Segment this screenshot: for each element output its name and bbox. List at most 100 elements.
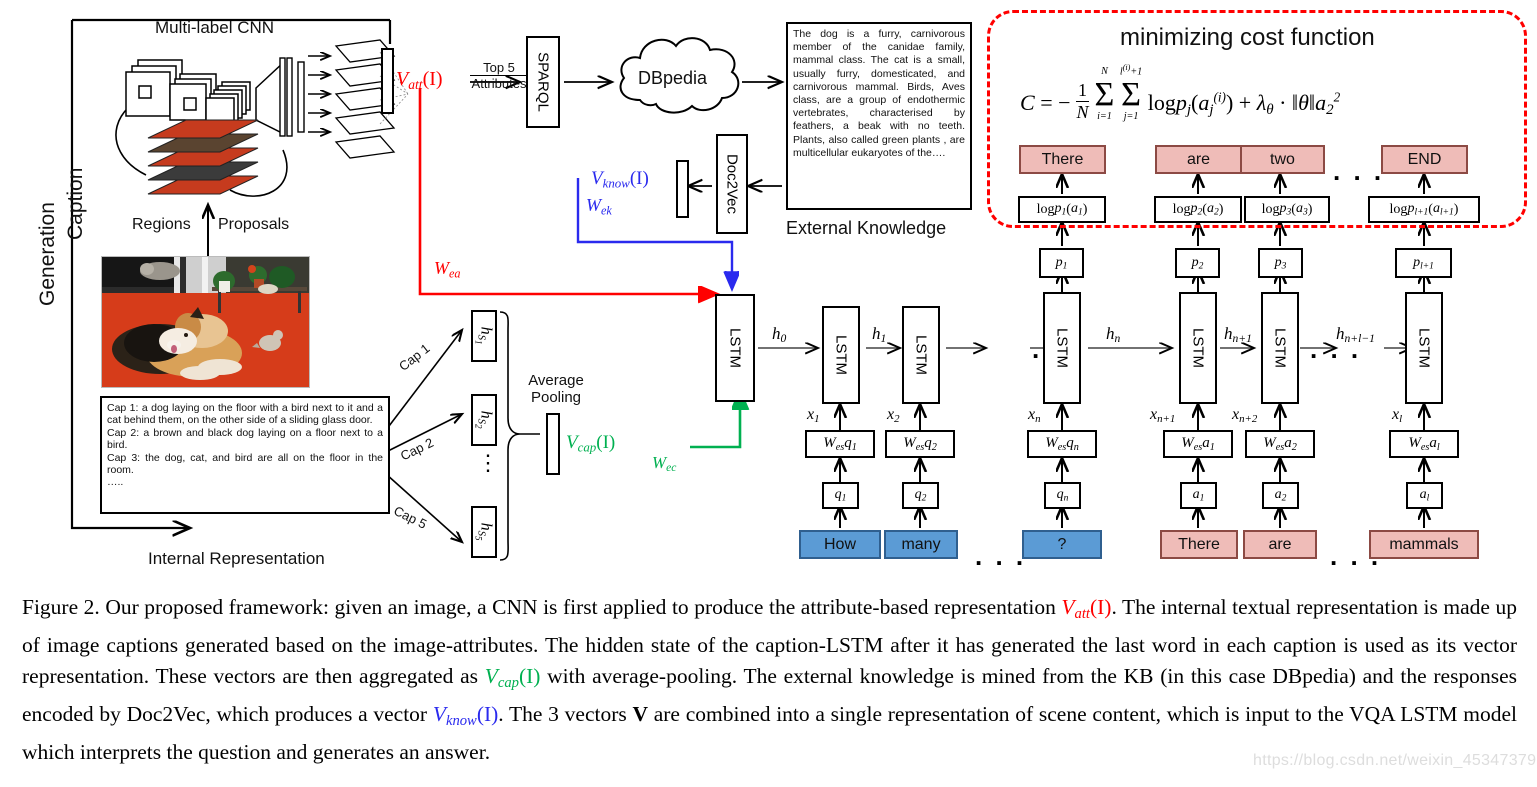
output-word-box: are bbox=[1155, 145, 1242, 174]
label-caption: Caption bbox=[64, 167, 87, 240]
captions-text: Cap 1: a dog laying on the floor with a … bbox=[107, 402, 383, 489]
external-knowledge-textbox: The dog is a furry, carnivorous member o… bbox=[786, 22, 972, 210]
question-lstm-box: LSTM bbox=[902, 306, 940, 404]
input-photo bbox=[101, 256, 310, 388]
question-words-ellipsis: . . . bbox=[975, 541, 1027, 571]
internal-representation-label: Internal Representation bbox=[148, 549, 325, 568]
output-word-box: two bbox=[1240, 145, 1325, 174]
h0-label: h0 bbox=[772, 324, 787, 346]
q-embedding-box: Wesq2 bbox=[885, 430, 955, 458]
cost-function-title: minimizing cost function bbox=[1120, 24, 1375, 51]
external-knowledge-text: The dog is a furry, carnivorous member o… bbox=[793, 28, 965, 159]
doc2vec-label: Doc2Vec bbox=[723, 153, 741, 215]
average-pooling-label: Average Pooling bbox=[528, 372, 584, 406]
a-embedding-box: Wesa1 bbox=[1163, 430, 1233, 458]
answer-chain-ellipsis: . . . bbox=[1310, 334, 1362, 364]
q-token-box: q2 bbox=[902, 482, 939, 509]
fusion-lstm-label: LSTM bbox=[726, 327, 744, 369]
logp-box: log p2(a2) bbox=[1154, 196, 1242, 223]
lstm-label: LSTM bbox=[1415, 327, 1433, 369]
lstm-label: LSTM bbox=[1271, 327, 1289, 369]
q-token-box: qn bbox=[1044, 482, 1081, 509]
p-box: p1 bbox=[1039, 248, 1084, 278]
question-word-box: many bbox=[884, 530, 958, 559]
lstm-label: LSTM bbox=[1053, 327, 1071, 369]
h1-label: h1 bbox=[872, 324, 887, 346]
output-word-box: There bbox=[1019, 145, 1106, 174]
answer-lstm-box: LSTM bbox=[1405, 292, 1443, 404]
question-lstm-box: LSTM bbox=[822, 306, 860, 404]
a-embedding-box: Wesa2 bbox=[1245, 430, 1315, 458]
vknow-label: Vknow(I) bbox=[591, 168, 649, 191]
hs5-label: hS5 bbox=[473, 523, 495, 541]
xn-label: xn bbox=[1028, 406, 1041, 426]
p-box: p3 bbox=[1258, 248, 1303, 278]
hs1-label: hS1 bbox=[473, 327, 495, 345]
fusion-lstm-box: LSTM bbox=[715, 294, 755, 402]
sparql-label: SPARQL bbox=[534, 52, 552, 112]
answer-lstm-box: LSTM bbox=[1179, 292, 1217, 404]
hn-label: hn bbox=[1106, 324, 1121, 346]
wea-label: Wea bbox=[434, 258, 461, 281]
label-generation: Generation bbox=[36, 202, 59, 306]
vatt-vector-bar bbox=[381, 48, 394, 114]
logp-box: log pl+1(al+1) bbox=[1368, 196, 1480, 223]
hn1-label: hn+1 bbox=[1224, 324, 1252, 346]
wec-label: Wec bbox=[652, 453, 677, 475]
x2-label: x2 bbox=[887, 406, 900, 426]
hs2-box: hS2 bbox=[471, 394, 497, 446]
a-embedding-box: Wesal bbox=[1389, 430, 1459, 458]
figure-caption: Figure 2. Our proposed framework: given … bbox=[22, 595, 1518, 765]
cnn-title: Multi-label CNN bbox=[155, 18, 275, 37]
internal-representation-textbox: Cap 1: a dog laying on the floor with a … bbox=[100, 396, 390, 514]
output-word-box: END bbox=[1381, 145, 1468, 174]
region-proposals-stack-icon bbox=[147, 119, 259, 195]
proposals-label: Proposals bbox=[218, 216, 290, 233]
caption-part-1: Figure 2. Our proposed framework: given … bbox=[22, 595, 1062, 619]
answer-lstm-box: LSTM bbox=[1261, 292, 1299, 404]
vcap-label: Vcap(I) bbox=[566, 432, 616, 455]
cost-function-equation: C = − 1 N N Σ i=1 l(i)+1 Σ j=1 logpj(aj(… bbox=[1020, 63, 1341, 123]
a-token-box: a1 bbox=[1180, 482, 1217, 509]
xl-label: xl bbox=[1392, 406, 1403, 426]
xn1-label: xn+1 bbox=[1150, 406, 1176, 426]
q-embedding-box: Wesqn bbox=[1027, 430, 1097, 458]
a-token-box: a2 bbox=[1262, 482, 1299, 509]
question-word-box: ? bbox=[1022, 530, 1102, 559]
x1-label: x1 bbox=[807, 406, 820, 426]
vcap-vector-bar bbox=[546, 413, 560, 475]
hs2-label: hS2 bbox=[473, 411, 495, 429]
p-box: pl+1 bbox=[1395, 248, 1452, 278]
xn2-label: xn+2 bbox=[1232, 406, 1258, 426]
doc2vec-box: Doc2Vec bbox=[716, 134, 748, 234]
sparql-box: SPARQL bbox=[526, 36, 560, 128]
regions-label: Regions bbox=[132, 216, 191, 233]
question-word-box: How bbox=[799, 530, 881, 559]
logp-box: log p3(a3) bbox=[1244, 196, 1330, 223]
wek-label: Wek bbox=[586, 195, 612, 218]
figure-diagram: Generation Caption Multi-label CNN Vatt(… bbox=[0, 0, 1537, 787]
vatt-label: Vatt(I) bbox=[396, 68, 443, 92]
hs5-box: hS5 bbox=[471, 506, 497, 558]
output-ellipsis: . . . bbox=[1333, 156, 1385, 186]
lstm-label: LSTM bbox=[912, 334, 930, 376]
watermark: https://blog.csdn.net/weixin_45347379 bbox=[1253, 752, 1537, 769]
q-embedding-box: Wesq1 bbox=[805, 430, 875, 458]
dbpedia-label: DBpedia bbox=[638, 68, 708, 88]
caption-part-4: . The 3 vectors bbox=[498, 702, 633, 727]
lstm-label: LSTM bbox=[1189, 327, 1207, 369]
top5-attributes-label: Top 5 Attributes bbox=[470, 60, 528, 91]
a-token-box: al bbox=[1406, 482, 1443, 509]
q-token-box: q1 bbox=[822, 482, 859, 509]
external-knowledge-label: External Knowledge bbox=[786, 218, 947, 238]
question-lstm-box: LSTM bbox=[1043, 292, 1081, 404]
hs-vertical-ellipsis: ⋮ bbox=[477, 450, 499, 475]
hs1-box: hS1 bbox=[471, 310, 497, 362]
answer-word-box: are bbox=[1243, 530, 1317, 559]
lstm-label: LSTM bbox=[832, 334, 850, 376]
answer-word-box: mammals bbox=[1369, 530, 1479, 559]
vknow-vector-bar bbox=[676, 160, 689, 218]
p-box: p2 bbox=[1175, 248, 1220, 278]
answer-word-box: There bbox=[1160, 530, 1238, 559]
logp-box: log p1(a1) bbox=[1018, 196, 1106, 223]
